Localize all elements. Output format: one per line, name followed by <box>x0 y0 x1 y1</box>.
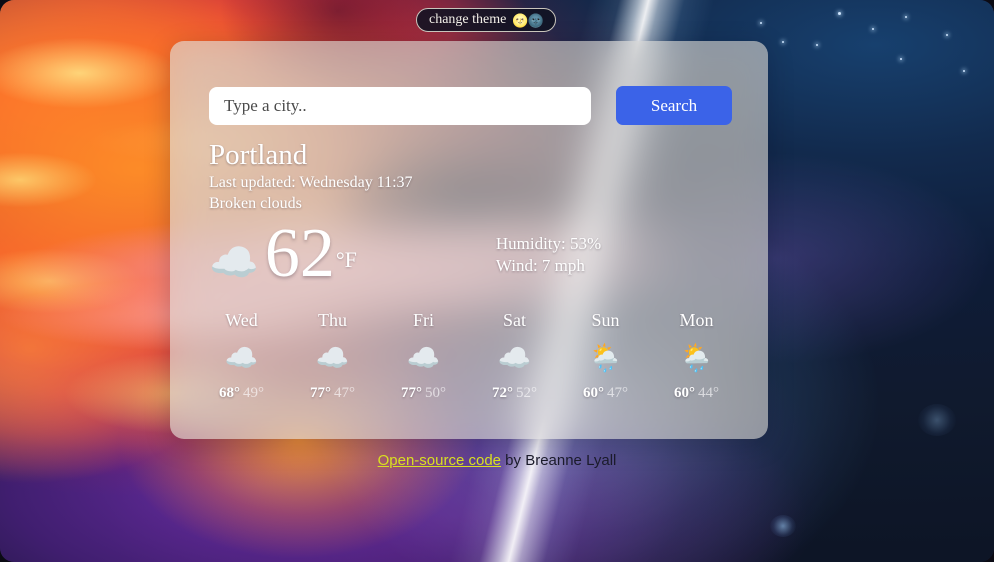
forecast-weather-icon: 🌦️ <box>588 343 623 373</box>
star <box>872 28 874 30</box>
current-temperature-row: ☁️ 62 °F Humidity: 53% Wind: 7 mph <box>209 219 738 289</box>
temperature-unit: °F <box>335 247 357 272</box>
forecast-low: 47° <box>607 385 628 401</box>
forecast-day: Wed ☁️ 68° 49° <box>196 309 287 402</box>
forecast-day-name: Sun <box>591 310 620 330</box>
forecast-weather-icon: ☁️ <box>224 343 259 373</box>
current-temperature-group: ☁️ 62 °F <box>209 215 357 292</box>
star <box>905 16 907 18</box>
forecast-temps: 60° 44° <box>651 384 742 402</box>
forecast-temps: 77° 47° <box>287 384 378 402</box>
forecast-high: 60° <box>674 385 695 401</box>
forecast-day-name: Fri <box>412 310 434 330</box>
star <box>963 70 965 72</box>
forecast-low: 50° <box>425 385 446 401</box>
forecast-day-name: Sat <box>502 310 526 330</box>
forecast-low: 52° <box>516 385 537 401</box>
forecast-weather-icon: ☁️ <box>497 343 532 373</box>
forecast-weather-icon: ☁️ <box>406 343 441 373</box>
last-updated: Last updated: Wednesday 11:37 <box>209 174 413 191</box>
forecast-high: 60° <box>583 385 604 401</box>
forecast-temps: 77° 50° <box>378 384 469 402</box>
current-temperature-value: 62 <box>264 215 335 292</box>
forecast-temps: 60° 47° <box>560 384 651 402</box>
star <box>900 58 902 60</box>
forecast-temps: 72° 52° <box>469 384 560 402</box>
forecast-temps: 68° 49° <box>196 384 287 402</box>
forecast-high: 68° <box>219 385 240 401</box>
change-theme-button[interactable]: change theme 🌝🌚 <box>416 8 556 32</box>
star <box>946 34 948 36</box>
forecast-day: Mon 🌦️ 60° 44° <box>651 309 742 402</box>
background-glow-dot <box>918 404 956 436</box>
forecast-high: 77° <box>401 385 422 401</box>
forecast-high: 77° <box>310 385 331 401</box>
forecast-weather-icon: ☁️ <box>315 343 350 373</box>
forecast-weather-icon: 🌦️ <box>679 343 714 373</box>
forecast-day-name: Mon <box>679 310 714 330</box>
forecast-low: 49° <box>243 385 264 401</box>
current-details: Humidity: 53% Wind: 7 mph <box>496 233 601 277</box>
star <box>838 12 841 15</box>
change-theme-label: change theme <box>429 12 507 27</box>
forecast-low: 44° <box>698 385 719 401</box>
forecast-day: Fri ☁️ 77° 50° <box>378 309 469 402</box>
footer-credit: by Breanne Lyall <box>501 452 617 469</box>
forecast-day: Sat ☁️ 72° 52° <box>469 309 560 402</box>
open-source-code-link[interactable]: Open-source code <box>378 452 501 469</box>
footer: Open-source code by Breanne Lyall <box>0 452 994 469</box>
wind-value: Wind: 7 mph <box>495 256 585 275</box>
forecast-day-name: Wed <box>225 310 258 330</box>
weather-card: Search Portland Last updated: Wednesday … <box>170 41 768 439</box>
weather-app-screen: change theme 🌝🌚 Search Portland Last upd… <box>0 0 994 562</box>
theme-emoji-icons: 🌝🌚 <box>512 12 543 28</box>
search-input[interactable] <box>209 86 591 125</box>
star <box>760 22 762 24</box>
forecast-row: Wed ☁️ 68° 49° Thu ☁️ 77° 47° Fri ☁️ 77° 50… <box>196 309 742 402</box>
forecast-day-name: Thu <box>318 310 347 330</box>
forecast-high: 72° <box>492 385 513 401</box>
background-glow-dot <box>770 515 796 537</box>
search-button[interactable]: Search <box>616 86 732 125</box>
forecast-low: 47° <box>334 385 355 401</box>
forecast-day: Thu ☁️ 77° 47° <box>287 309 378 402</box>
star <box>816 44 818 46</box>
city-name: Portland <box>209 139 308 171</box>
current-conditions: Portland Last updated: Wednesday 11:37 B… <box>209 138 413 214</box>
star <box>782 41 784 43</box>
forecast-day: Sun 🌦️ 60° 47° <box>560 309 651 402</box>
current-weather-icon: ☁️ <box>209 240 259 285</box>
weather-description: Broken clouds <box>209 195 302 212</box>
humidity-value: Humidity: 53% <box>495 234 602 253</box>
search-row: Search <box>209 86 732 125</box>
